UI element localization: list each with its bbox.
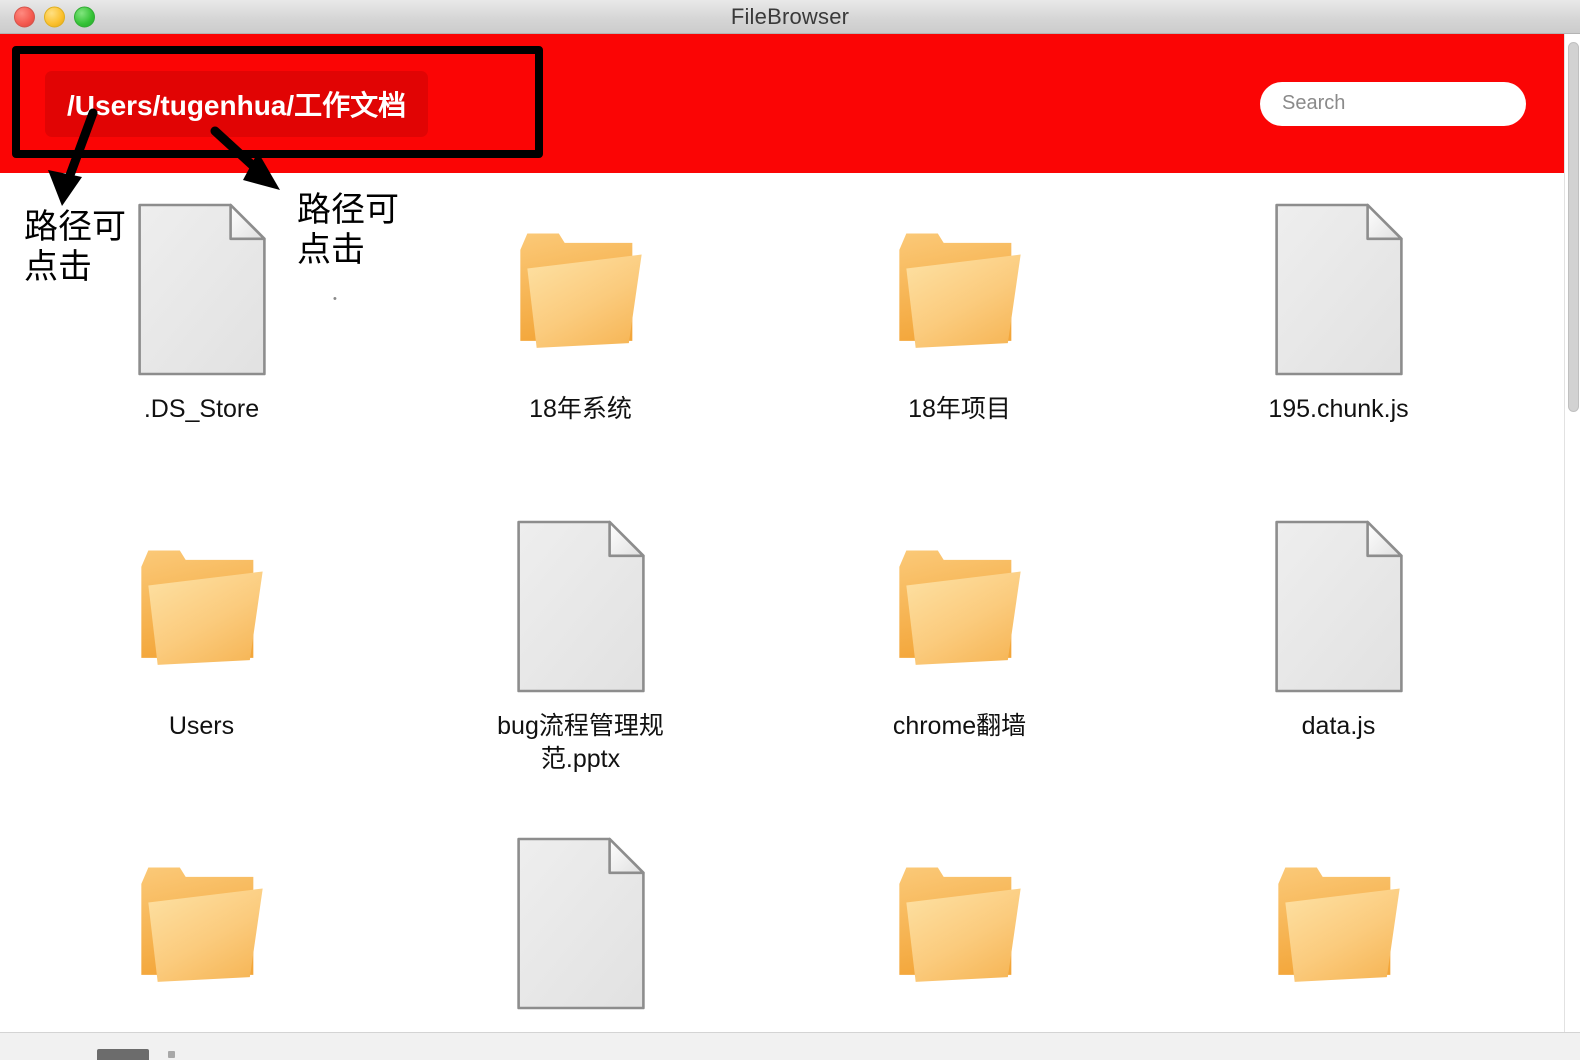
folder-icon [140, 867, 263, 982]
folder-icon[interactable] [132, 829, 272, 1017]
file-item[interactable]: .DS_Store [12, 173, 391, 490]
item-label: 18年系统 [529, 395, 632, 423]
folder-icon [898, 867, 1021, 982]
vertical-scrollbar[interactable] [1564, 34, 1580, 1032]
document-icon [516, 837, 645, 1009]
folder-icon[interactable] [1269, 829, 1409, 1017]
file-item[interactable] [391, 807, 770, 1032]
document-icon [516, 520, 645, 692]
folder-icon[interactable] [890, 512, 1030, 700]
scrollbar-thumb[interactable] [1568, 42, 1579, 412]
folder-item[interactable] [12, 807, 391, 1032]
file-item[interactable]: bug流程管理规范.pptx [391, 490, 770, 807]
item-label: 18年项目 [908, 395, 1011, 423]
folder-icon [519, 233, 642, 348]
document-icon [1274, 203, 1403, 375]
folder-icon[interactable] [890, 829, 1030, 1017]
folder-icon [1277, 867, 1400, 982]
document-icon [137, 203, 266, 375]
folder-icon [140, 550, 263, 665]
file-browser-window: FileBrowser /Users/tugenhua/工作文档 .DS_Sto… [0, 0, 1580, 1060]
traffic-light-group [14, 6, 95, 27]
breadcrumb-path-label[interactable]: /Users/tugenhua/工作文档 [67, 84, 406, 124]
folder-item[interactable] [1149, 807, 1528, 1032]
item-label: data.js [1301, 712, 1376, 740]
folder-item[interactable]: 18年项目 [770, 173, 1149, 490]
document-icon [1274, 520, 1403, 692]
folder-icon [898, 550, 1021, 665]
search-input[interactable] [1260, 81, 1526, 126]
folder-icon [898, 233, 1021, 348]
breadcrumb[interactable]: /Users/tugenhua/工作文档 [45, 71, 429, 137]
window-titlebar: FileBrowser [0, 0, 1580, 34]
search-container [1260, 81, 1526, 126]
document-icon[interactable] [511, 512, 651, 700]
file-grid-container[interactable]: .DS_Store 18年系统 18年项目 195.chunk.js Users… [0, 173, 1564, 1032]
minimize-button[interactable] [44, 6, 65, 27]
folder-item[interactable]: chrome翻墙 [770, 490, 1149, 807]
item-label: Users [168, 712, 235, 740]
document-icon[interactable] [132, 195, 272, 383]
file-grid: .DS_Store 18年系统 18年项目 195.chunk.js Users… [0, 173, 1540, 1032]
document-icon[interactable] [1269, 195, 1409, 383]
folder-icon[interactable] [890, 195, 1030, 383]
folder-item[interactable] [770, 807, 1149, 1032]
document-icon[interactable] [1269, 512, 1409, 700]
item-label: .DS_Store [143, 395, 260, 423]
close-button[interactable] [14, 6, 35, 27]
file-item[interactable]: data.js [1149, 490, 1528, 807]
item-label: chrome翻墙 [892, 712, 1027, 740]
item-label: bug流程管理规范.pptx [497, 712, 664, 774]
window-title: FileBrowser [730, 3, 850, 29]
file-item[interactable]: 195.chunk.js [1149, 173, 1528, 490]
status-bar [0, 1032, 1580, 1060]
status-bar-indicator-icon [168, 1051, 175, 1058]
folder-icon[interactable] [132, 512, 272, 700]
maximize-button[interactable] [74, 6, 95, 27]
folder-item[interactable]: 18年系统 [391, 173, 770, 490]
item-label: 195.chunk.js [1268, 395, 1409, 423]
folder-icon[interactable] [511, 195, 651, 383]
status-bar-widget[interactable] [97, 1049, 149, 1060]
document-icon[interactable] [511, 829, 651, 1017]
toolbar: /Users/tugenhua/工作文档 [0, 34, 1564, 173]
folder-item[interactable]: Users [12, 490, 391, 807]
